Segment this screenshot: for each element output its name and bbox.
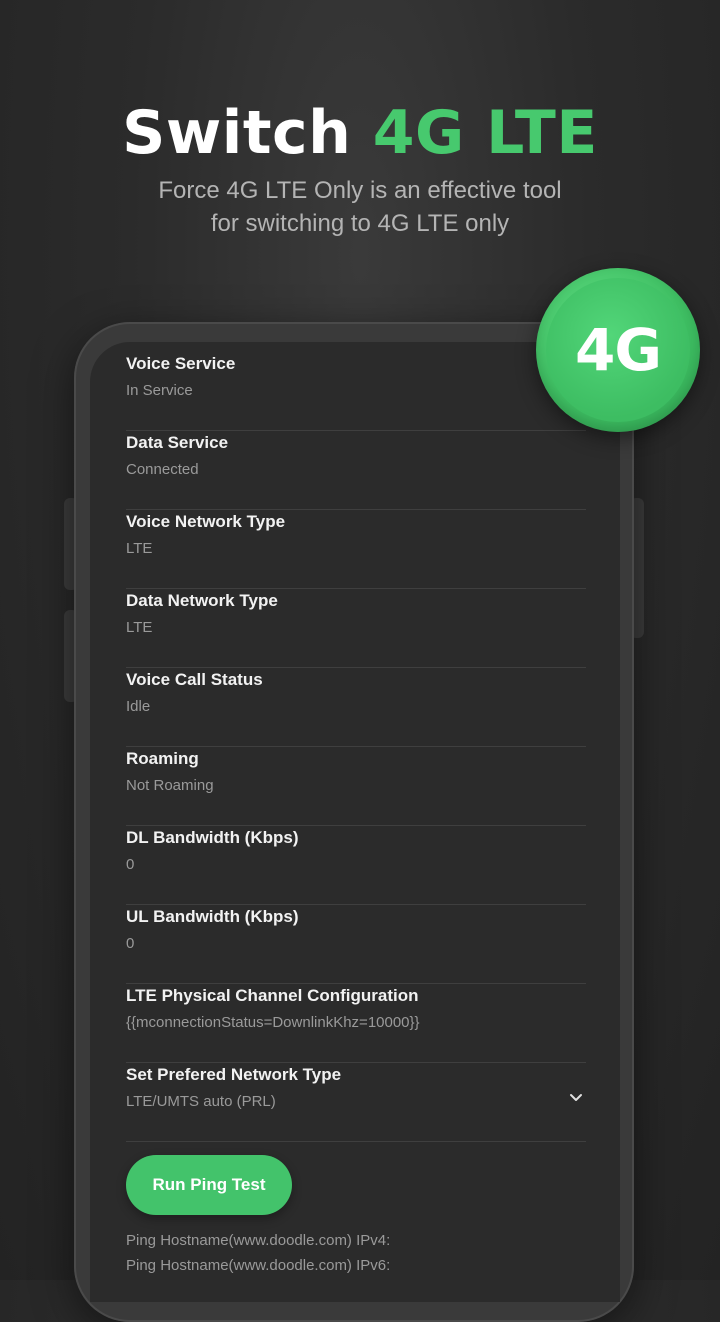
info-row-roaming: Roaming Not Roaming <box>126 747 586 826</box>
info-value: Idle <box>126 698 151 715</box>
info-label: Voice Call Status <box>126 670 263 689</box>
device-screen: Voice Service In Service Data Service Co… <box>90 342 620 1302</box>
ping-ipv6-line: Ping Hostname(www.doodle.com) IPv6: <box>126 1257 391 1274</box>
info-row-data-network-type: Data Network Type LTE <box>126 589 586 668</box>
promo-title-accent: 4G LTE <box>372 98 598 168</box>
info-label: Set Prefered Network Type <box>126 1065 342 1084</box>
info-row-dl-bandwidth: DL Bandwidth (Kbps) 0 <box>126 826 586 905</box>
info-label: Roaming <box>126 749 199 768</box>
promo-title: Switch 4G LTE <box>0 98 720 168</box>
network-info-list: Voice Service In Service Data Service Co… <box>126 352 586 1142</box>
info-row-voice-network-type: Voice Network Type LTE <box>126 510 586 589</box>
info-label: Data Service <box>126 433 229 452</box>
info-value: 0 <box>126 935 135 952</box>
ping-ipv4-line: Ping Hostname(www.doodle.com) IPv4: <box>126 1232 391 1249</box>
4g-badge-icon: 4G <box>536 268 700 432</box>
info-value: LTE <box>126 540 153 557</box>
promo-subtitle: Force 4G LTE Only is an effective tool f… <box>100 174 620 240</box>
info-label: LTE Physical Channel Configuration <box>126 986 419 1005</box>
info-value: In Service <box>126 382 193 399</box>
info-value: LTE <box>126 619 153 636</box>
info-label: Voice Service <box>126 354 236 373</box>
4g-badge-label: 4G <box>546 278 690 422</box>
info-label: Voice Network Type <box>126 512 286 531</box>
info-label: UL Bandwidth (Kbps) <box>126 907 299 926</box>
info-value: Connected <box>126 461 199 478</box>
promo-title-main: Switch <box>122 98 373 168</box>
promo-subtitle-line1: Force 4G LTE Only is an effective tool <box>158 177 562 204</box>
preferred-network-type-dropdown[interactable]: Set Prefered Network Type LTE/UMTS auto … <box>126 1063 586 1142</box>
info-row-voice-call-status: Voice Call Status Idle <box>126 668 586 747</box>
info-row-voice-service: Voice Service In Service <box>126 352 586 431</box>
info-label: DL Bandwidth (Kbps) <box>126 828 299 847</box>
info-value: {{mconnectionStatus=DownlinkKhz=10000}} <box>126 1014 420 1031</box>
info-row-lte-physical-channel: LTE Physical Channel Configuration {{mco… <box>126 984 586 1063</box>
run-ping-test-button[interactable]: Run Ping Test <box>126 1155 292 1215</box>
info-value: LTE/UMTS auto (PRL) <box>126 1093 276 1110</box>
info-row-ul-bandwidth: UL Bandwidth (Kbps) 0 <box>126 905 586 984</box>
chevron-down-icon[interactable] <box>568 1089 584 1105</box>
info-row-data-service: Data Service Connected <box>126 431 586 510</box>
promo-subtitle-line2: for switching to 4G LTE only <box>210 210 510 237</box>
info-value: Not Roaming <box>126 777 214 794</box>
info-label: Data Network Type <box>126 591 278 610</box>
info-value: 0 <box>126 856 135 873</box>
